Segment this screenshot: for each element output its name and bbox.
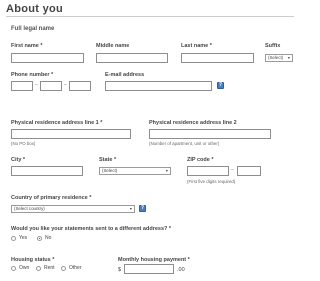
last-name-input[interactable] bbox=[181, 53, 254, 63]
city-input[interactable] bbox=[11, 166, 83, 176]
country-select[interactable]: (Select country) ▾ bbox=[11, 205, 135, 213]
phone-line-input[interactable] bbox=[69, 81, 91, 91]
email-input[interactable] bbox=[105, 81, 212, 91]
zip-hint: (First five digits required) bbox=[187, 179, 236, 184]
country-label: Country of primary residence * bbox=[11, 195, 92, 201]
housing-rent-label: Rent bbox=[44, 265, 55, 271]
housing-other-label: Other bbox=[69, 265, 82, 271]
housing-other-radio[interactable] bbox=[61, 266, 66, 271]
address1-input[interactable] bbox=[11, 129, 131, 139]
phone-separator-2: – bbox=[64, 82, 67, 88]
first-name-input[interactable] bbox=[11, 53, 84, 63]
suffix-select[interactable]: (Select) ▾ bbox=[265, 54, 293, 62]
different-address-yes-radio[interactable] bbox=[11, 236, 16, 241]
first-name-label: First name * bbox=[11, 43, 43, 49]
last-name-label: Last name * bbox=[181, 43, 212, 49]
housing-own-label: Own bbox=[19, 265, 30, 271]
suffix-label: Suffix bbox=[265, 43, 281, 49]
phone-label: Phone number * bbox=[11, 72, 54, 78]
zip-main-input[interactable] bbox=[187, 166, 229, 176]
housing-payment-label: Monthly housing payment * bbox=[118, 257, 190, 263]
address2-label: Physical residence address line 2 bbox=[149, 120, 237, 126]
state-select-value: (Select) bbox=[102, 168, 118, 173]
different-address-question: Would you like your statements sent to a… bbox=[11, 226, 172, 232]
state-label: State * bbox=[99, 157, 117, 163]
phone-separator-1: – bbox=[35, 82, 38, 88]
chevron-down-icon: ▾ bbox=[287, 55, 290, 60]
country-select-value: (Select country) bbox=[14, 206, 45, 211]
address1-hint: (No PO box) bbox=[11, 141, 36, 146]
email-help-icon[interactable]: ? bbox=[217, 82, 224, 89]
chevron-down-icon: ▾ bbox=[165, 168, 168, 173]
address2-input[interactable] bbox=[149, 129, 271, 139]
suffix-select-value: (Select) bbox=[268, 55, 284, 60]
housing-status-label: Housing status * bbox=[11, 257, 55, 263]
middle-name-input[interactable] bbox=[96, 53, 168, 63]
housing-payment-input[interactable] bbox=[124, 264, 174, 274]
email-label: E-mail address bbox=[105, 72, 145, 78]
currency-symbol: $ bbox=[118, 267, 122, 273]
cents-suffix: .00 bbox=[177, 267, 185, 273]
different-address-no-label: No bbox=[45, 235, 52, 241]
state-select[interactable]: (Select) ▾ bbox=[99, 167, 171, 175]
country-help-icon[interactable]: ? bbox=[139, 205, 146, 212]
different-address-yes-label: Yes bbox=[19, 235, 28, 241]
city-label: City * bbox=[11, 157, 26, 163]
housing-own-radio[interactable] bbox=[11, 266, 16, 271]
chevron-down-icon: ▾ bbox=[129, 206, 132, 211]
section-full-legal-name: Full legal name bbox=[11, 26, 55, 32]
zip-label: ZIP code * bbox=[187, 157, 214, 163]
page-title: About you bbox=[6, 3, 64, 15]
phone-prefix-input[interactable] bbox=[40, 81, 62, 91]
title-divider bbox=[6, 16, 294, 17]
housing-rent-radio[interactable] bbox=[36, 266, 41, 271]
zip-ext-input[interactable] bbox=[237, 166, 261, 176]
address2-hint: (Number of apartment, unit or other) bbox=[149, 141, 220, 146]
different-address-no-radio[interactable] bbox=[37, 236, 42, 241]
address1-label: Physical residence address line 1 * bbox=[11, 120, 103, 126]
middle-name-label: Middle name bbox=[96, 43, 130, 49]
zip-separator: – bbox=[231, 167, 234, 173]
phone-area-input[interactable] bbox=[11, 81, 33, 91]
